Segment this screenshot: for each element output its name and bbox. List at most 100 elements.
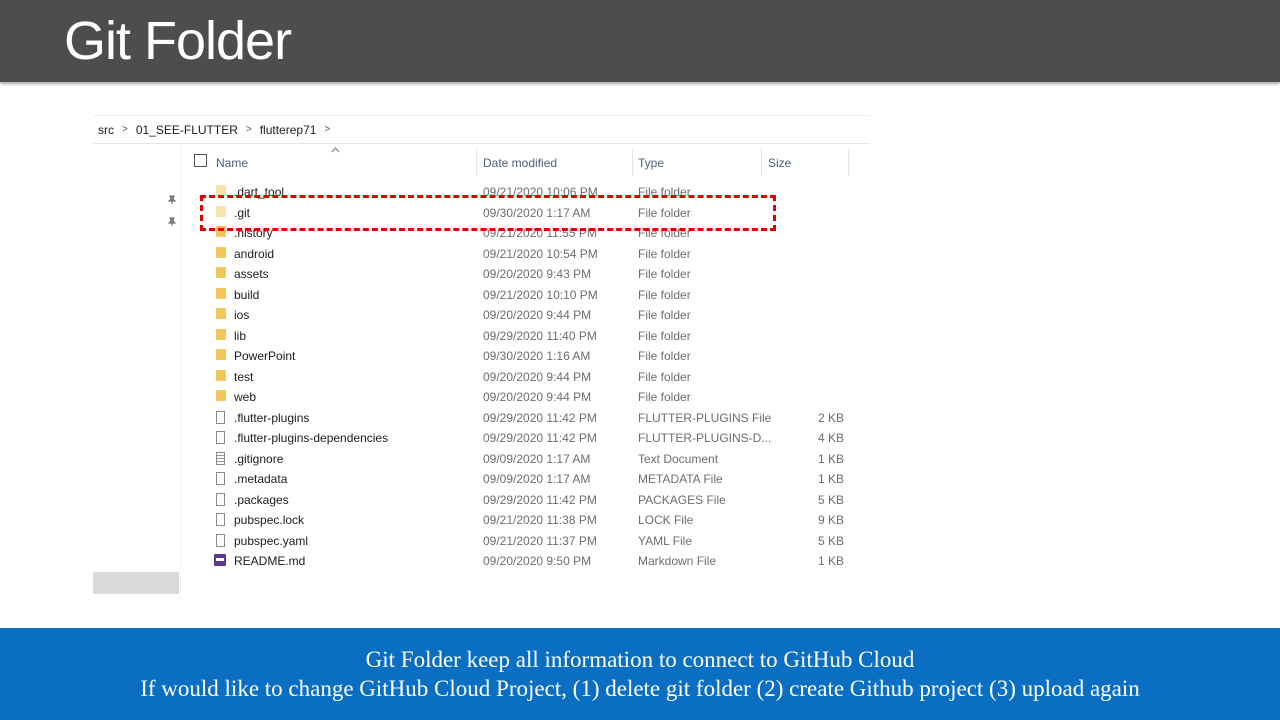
file-name: ios xyxy=(234,308,250,322)
file-date-modified: 09/29/2020 11:40 PM xyxy=(483,328,597,343)
file-size: 4 KB xyxy=(818,431,845,445)
file-icon xyxy=(216,492,225,506)
file-name: web xyxy=(234,390,257,404)
column-header-name[interactable]: Name xyxy=(216,156,248,170)
file-date-modified: 09/29/2020 11:42 PM xyxy=(483,410,597,425)
caption-line-2: If would like to change GitHub Cloud Pro… xyxy=(140,676,1140,701)
file-size: 5 KB xyxy=(818,492,845,507)
file-type: Text Document xyxy=(638,451,719,466)
file-name: PowerPoint xyxy=(234,349,296,363)
file-type: YAML File xyxy=(638,533,693,548)
column-divider[interactable] xyxy=(848,148,849,176)
file-date-modified: 09/29/2020 11:42 PM xyxy=(483,492,597,507)
file-type: LOCK File xyxy=(638,513,694,527)
column-header-type[interactable]: Type xyxy=(638,156,664,170)
folder-icon xyxy=(216,308,226,319)
slide-title-bar: Git Folder xyxy=(0,0,1280,82)
file-row[interactable]: .flutter-plugins-dependencies 09/29/2020 … xyxy=(181,428,870,449)
file-row[interactable]: PowerPoint 09/30/2020 1:16 AM File folder xyxy=(181,346,870,367)
file-row[interactable]: .metadata 09/09/2020 1:17 AM METADATA File… xyxy=(181,469,870,490)
sort-ascending-icon xyxy=(331,145,340,155)
folder-icon xyxy=(216,267,226,278)
file-date-modified: 09/21/2020 10:10 PM xyxy=(483,287,598,302)
column-header-size[interactable]: Size xyxy=(768,156,791,170)
markdown-file-icon xyxy=(214,554,226,566)
file-row[interactable]: test 09/20/2020 9:44 PM File folder xyxy=(181,367,870,388)
file-date-modified: 09/20/2020 9:50 PM xyxy=(483,554,592,568)
folder-icon xyxy=(216,328,226,340)
file-date-modified: 09/21/2020 10:54 PM xyxy=(483,246,598,261)
file-icon xyxy=(216,431,225,444)
pin-icon[interactable] xyxy=(167,217,177,230)
file-type: File folder xyxy=(638,308,691,322)
navigation-pane xyxy=(93,144,179,600)
file-icon xyxy=(216,513,225,526)
file-type: Markdown File xyxy=(638,554,717,568)
folder-icon xyxy=(216,287,226,299)
chevron-right-icon: > xyxy=(245,124,252,135)
file-name: README.md xyxy=(234,554,306,568)
file-size: 2 KB xyxy=(818,410,845,425)
file-name: build xyxy=(234,287,260,302)
file-name: pubspec.yaml xyxy=(234,533,309,548)
text-file-icon xyxy=(216,451,225,465)
file-list: .dart_tool 09/21/2020 10:06 PM File folder… xyxy=(181,182,870,572)
file-date-modified: 09/29/2020 11:42 PM xyxy=(483,431,597,445)
file-name: .metadata xyxy=(234,472,288,486)
file-date-modified: 09/21/2020 11:37 PM xyxy=(483,533,597,548)
file-type: File folder xyxy=(638,369,691,384)
file-name: lib xyxy=(234,328,247,343)
file-row[interactable]: build 09/21/2020 10:10 PM File folder xyxy=(181,285,870,306)
column-divider[interactable] xyxy=(632,148,633,176)
folder-icon xyxy=(216,349,226,360)
git-folder-highlight xyxy=(200,195,776,231)
file-date-modified: 09/21/2020 11:38 PM xyxy=(483,513,597,527)
column-divider[interactable] xyxy=(476,148,477,176)
column-header-date[interactable]: Date modified xyxy=(483,156,557,170)
folder-icon xyxy=(216,369,226,381)
file-type: File folder xyxy=(638,349,691,363)
file-size: 5 KB xyxy=(818,533,845,548)
file-type: FLUTTER-PLUGINS-D... xyxy=(638,431,772,445)
file-row[interactable]: web 09/20/2020 9:44 PM File folder xyxy=(181,387,870,408)
breadcrumb: src > 01_SEE-FLUTTER > flutterep71 > xyxy=(93,115,870,144)
file-name: .flutter-plugins-dependencies xyxy=(234,431,389,445)
file-row[interactable]: pubspec.lock 09/21/2020 11:38 PM LOCK File… xyxy=(181,510,870,531)
file-type: FLUTTER-PLUGINS File xyxy=(638,410,772,425)
file-name: android xyxy=(234,246,275,261)
file-row[interactable]: ios 09/20/2020 9:44 PM File folder xyxy=(181,305,870,326)
select-all-checkbox[interactable] xyxy=(194,154,207,167)
file-row[interactable]: lib 09/29/2020 11:40 PM File folder xyxy=(181,326,870,347)
pin-icon[interactable] xyxy=(167,195,177,208)
file-explorer-window: src > 01_SEE-FLUTTER > flutterep71 > Nam… xyxy=(93,115,870,600)
file-type: METADATA File xyxy=(638,472,723,486)
file-date-modified: 09/20/2020 9:44 PM xyxy=(483,308,592,322)
file-type: File folder xyxy=(638,390,691,404)
file-date-modified: 09/09/2020 1:17 AM xyxy=(483,472,591,486)
file-icon xyxy=(216,533,225,547)
caption-bar: Git Folder keep all information to conne… xyxy=(0,628,1280,720)
file-size: 1 KB xyxy=(818,554,845,568)
file-row[interactable]: README.md 09/20/2020 9:50 PM Markdown File… xyxy=(181,551,870,572)
file-date-modified: 09/20/2020 9:44 PM xyxy=(483,369,592,384)
file-date-modified: 09/20/2020 9:44 PM xyxy=(483,390,592,404)
breadcrumb-item-flutterep71[interactable]: flutterep71 xyxy=(260,123,317,137)
file-row[interactable]: .flutter-plugins 09/29/2020 11:42 PM FLUTT… xyxy=(181,408,870,429)
breadcrumb-item-src[interactable]: src xyxy=(98,123,114,137)
navigation-scrollbar[interactable] xyxy=(93,572,179,594)
column-divider[interactable] xyxy=(761,148,762,176)
file-type: File folder xyxy=(638,267,691,281)
file-name: .flutter-plugins xyxy=(234,410,310,425)
file-row[interactable]: pubspec.yaml 09/21/2020 11:37 PM YAML File… xyxy=(181,531,870,552)
file-row[interactable]: assets 09/20/2020 9:43 PM File folder xyxy=(181,264,870,285)
file-icon xyxy=(216,410,225,424)
file-row[interactable]: .gitignore 09/09/2020 1:17 AM Text Documen… xyxy=(181,449,870,470)
folder-icon xyxy=(216,390,226,401)
file-row[interactable]: .packages 09/29/2020 11:42 PM PACKAGES Fil… xyxy=(181,490,870,511)
file-row[interactable]: android 09/21/2020 10:54 PM File folder xyxy=(181,244,870,265)
file-date-modified: 09/09/2020 1:17 AM xyxy=(483,451,591,466)
breadcrumb-item-see-flutter[interactable]: 01_SEE-FLUTTER xyxy=(136,123,238,137)
slide-title: Git Folder xyxy=(64,11,292,71)
file-name: .gitignore xyxy=(234,451,284,466)
file-size: 1 KB xyxy=(818,451,845,466)
